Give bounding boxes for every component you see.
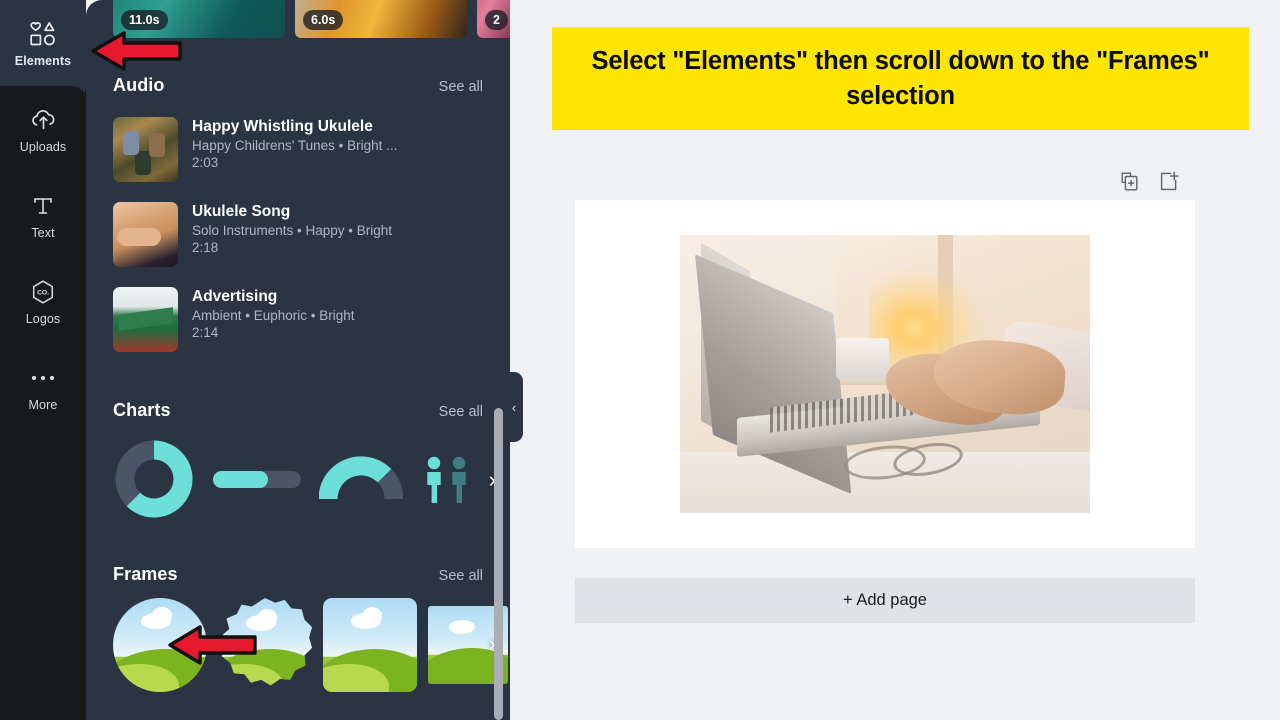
see-all-charts[interactable]: See all xyxy=(439,404,483,420)
svg-text:CO.: CO. xyxy=(37,289,49,296)
audio-duration: 2:18 xyxy=(192,240,219,255)
left-rail: Elements Uploads Text CO. Logos More xyxy=(0,0,86,720)
charts-carousel[interactable]: › xyxy=(86,433,510,525)
video-duration-badge: 11.0s xyxy=(121,10,168,30)
sidebar-item-text[interactable]: Text xyxy=(0,172,86,258)
chart-item-pictogram[interactable] xyxy=(421,454,481,504)
audio-list-item[interactable]: Advertising Ambient • Euphoric • Bright … xyxy=(86,287,510,352)
instruction-banner-text: Select "Elements" then scroll down to th… xyxy=(591,46,1210,110)
see-all-audio[interactable]: See all xyxy=(439,79,483,95)
section-title-frames: Frames xyxy=(113,564,178,584)
frames-carousel[interactable]: › xyxy=(86,597,510,693)
sidebar-item-uploads[interactable]: Uploads xyxy=(0,86,86,172)
elements-panel: 11.0s 6.0s 2 Audio See all Happy Whistli… xyxy=(86,0,510,720)
audio-title: Advertising xyxy=(192,288,278,305)
sidebar-item-label-more: More xyxy=(28,397,58,412)
section-title-charts: Charts xyxy=(113,400,171,420)
frame-item-rounded-square[interactable] xyxy=(323,598,417,692)
audio-thumbnail xyxy=(113,202,178,267)
laptop-typing-photo[interactable] xyxy=(680,235,1090,513)
video-duration-badge: 6.0s xyxy=(303,10,344,30)
page-tools xyxy=(1120,166,1220,196)
audio-list-item[interactable]: Ukulele Song Solo Instruments • Happy • … xyxy=(86,202,510,267)
audio-tags: Solo Instruments • Happy • Bright xyxy=(192,223,393,238)
duplicate-page-icon[interactable] xyxy=(1120,171,1140,192)
gauge-chart-icon xyxy=(319,456,403,500)
page-canvas[interactable] xyxy=(575,200,1195,548)
chart-item-donut[interactable] xyxy=(113,438,195,520)
sidebar-item-label-logos: Logos xyxy=(25,311,61,326)
canva-editor-window: Elements Uploads Text CO. Logos More 11.… xyxy=(0,0,1280,720)
text-t-icon xyxy=(31,191,55,221)
video-duration-badge: 2 xyxy=(485,10,508,30)
ellipsis-icon xyxy=(30,363,56,393)
logo-hexagon-icon: CO. xyxy=(30,277,56,307)
audio-tags: Ambient • Euphoric • Bright xyxy=(192,308,355,323)
chevron-left-icon: ‹ xyxy=(511,399,517,415)
add-page-label: + Add page xyxy=(843,591,927,609)
panel-scrollbar-thumb[interactable] xyxy=(494,408,503,720)
sidebar-item-logos[interactable]: CO. Logos xyxy=(0,258,86,344)
audio-duration: 2:14 xyxy=(192,325,219,340)
audio-duration: 2:03 xyxy=(192,155,219,170)
photo-cup xyxy=(835,337,890,383)
audio-title: Ukulele Song xyxy=(192,203,291,220)
see-all-frames[interactable]: See all xyxy=(439,568,483,584)
video-thumbnail[interactable]: 2 xyxy=(477,0,510,38)
audio-tags: Happy Childrens' Tunes • Bright ... xyxy=(192,138,398,153)
panel-scroll-container[interactable]: 11.0s 6.0s 2 Audio See all Happy Whistli… xyxy=(86,0,510,720)
annotation-arrow-to-frames xyxy=(165,622,259,673)
cloud-icon xyxy=(448,620,475,635)
instruction-banner: Select "Elements" then scroll down to th… xyxy=(552,27,1249,130)
section-header-charts: Charts See all xyxy=(86,400,510,421)
collapse-panel-handle[interactable]: ‹ xyxy=(505,372,523,442)
video-thumbnail[interactable]: 6.0s xyxy=(295,0,467,38)
audio-thumbnail xyxy=(113,117,178,182)
sidebar-item-more[interactable]: More xyxy=(0,344,86,430)
annotation-arrow-to-elements xyxy=(88,28,184,79)
cloud-upload-icon xyxy=(30,105,57,135)
add-page-icon[interactable] xyxy=(1158,171,1179,192)
progress-bar-chart-icon xyxy=(213,471,301,488)
shapes-icon xyxy=(28,19,58,49)
sidebar-item-label-elements: Elements xyxy=(14,53,72,68)
chart-item-progress-bar[interactable] xyxy=(213,464,301,494)
chart-item-gauge[interactable] xyxy=(319,455,403,503)
sidebar-item-label-text: Text xyxy=(31,225,55,240)
audio-list-item[interactable]: Happy Whistling Ukulele Happy Childrens'… xyxy=(86,117,510,182)
canvas-area: Select "Elements" then scroll down to th… xyxy=(510,0,1280,720)
audio-thumbnail xyxy=(113,287,178,352)
section-header-frames: Frames See all xyxy=(86,564,510,585)
sidebar-item-elements[interactable]: Elements xyxy=(0,0,86,100)
donut-chart-icon xyxy=(115,440,193,518)
add-page-button[interactable]: + Add page xyxy=(575,578,1195,623)
audio-title: Happy Whistling Ukulele xyxy=(192,118,373,135)
sidebar-item-label-uploads: Uploads xyxy=(19,139,67,154)
pictogram-chart-icon xyxy=(427,456,466,503)
